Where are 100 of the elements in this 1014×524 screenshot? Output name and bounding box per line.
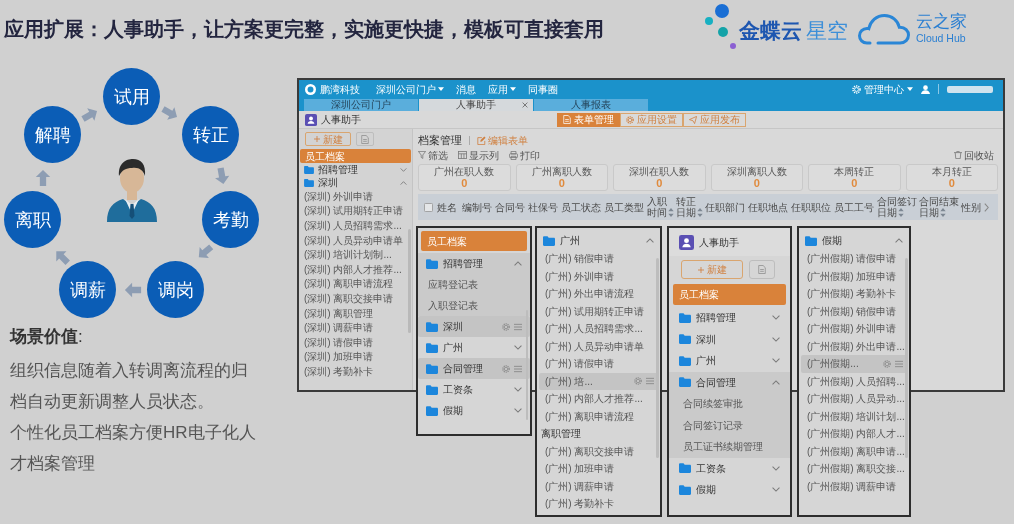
tab[interactable]: 人事助手 — [419, 99, 533, 111]
list-item[interactable]: (广州假期) 销假申请 — [801, 302, 907, 320]
list-item[interactable]: (广州) 请假申请 — [539, 355, 658, 373]
gear-icon[interactable] — [883, 359, 891, 368]
list-item[interactable]: (广州) 外训申请 — [539, 267, 658, 285]
chevron-down-icon[interactable] — [514, 345, 522, 350]
list-item[interactable]: 入职登记表 — [418, 295, 530, 316]
menu-icon[interactable] — [646, 377, 654, 386]
list-item[interactable]: (广州假期) 请假申请 — [801, 250, 907, 268]
list-item[interactable]: (广州假期) 考勤补卡 — [801, 285, 907, 303]
list-item[interactable]: (深圳) 离职申请流程 — [300, 276, 411, 292]
chevron-up-icon[interactable] — [400, 180, 407, 185]
list-item[interactable]: 应聘登记表 — [418, 274, 530, 295]
list-item[interactable]: (深圳) 调薪申请 — [300, 320, 411, 335]
list-item[interactable]: (广州) 培... — [539, 372, 658, 390]
list-item[interactable]: (广州) 销假申请 — [539, 250, 658, 268]
list-item[interactable]: (广州假期) 培训计划... — [801, 407, 907, 425]
nav-item[interactable]: 深圳公司门户 — [376, 81, 444, 97]
list-item[interactable]: (广州) 人员异动申请单 — [539, 337, 658, 355]
folder-item[interactable]: 广州 — [418, 337, 530, 358]
admin-menu[interactable]: 管理中心 — [852, 81, 913, 97]
toolbar-button[interactable]: 筛选 — [418, 147, 448, 163]
folder-item[interactable]: 工资条 — [669, 457, 790, 479]
list-item[interactable]: (广州) 离职交接申请 — [539, 442, 658, 460]
folder-item[interactable]: 广州 — [537, 231, 660, 250]
list-item[interactable]: (广州假期) 人员招聘... — [801, 372, 907, 390]
list-item[interactable]: (深圳) 离职管理 — [300, 305, 411, 321]
gear-icon[interactable] — [502, 322, 510, 331]
folder-item[interactable]: 工资条 — [418, 379, 530, 400]
recycle-bin-button[interactable]: 回收站 — [954, 147, 994, 163]
list-item[interactable]: (广州假期) 调薪申请 — [801, 477, 907, 495]
menu-icon[interactable] — [895, 359, 903, 368]
menu-icon[interactable] — [514, 364, 522, 373]
user-icon[interactable] — [921, 84, 930, 94]
list-item[interactable]: (广州假期... — [801, 355, 907, 373]
document-button[interactable] — [749, 260, 775, 279]
checkbox[interactable] — [423, 202, 433, 212]
folder-item[interactable]: 招聘管理 — [669, 307, 790, 329]
folder-item[interactable]: 深圳 — [418, 316, 530, 337]
list-item[interactable]: (深圳) 离职交接申请 — [300, 291, 411, 306]
tab[interactable]: 深圳公司门户 — [304, 99, 418, 111]
chevron-down-icon[interactable] — [514, 387, 522, 392]
list-item[interactable]: (广州假期) 外出申请... — [801, 337, 907, 355]
chevron-up-icon[interactable] — [895, 238, 903, 243]
list-item[interactable]: (深圳) 试用期转正申请 — [300, 203, 411, 219]
folder-item[interactable]: 深圳 — [300, 176, 411, 189]
menu-icon[interactable] — [514, 322, 522, 331]
chevron-down-icon[interactable] — [772, 487, 780, 493]
list-item[interactable]: (广州) 调薪申请 — [539, 477, 658, 495]
column-header[interactable]: 合同结束日期 — [919, 196, 960, 218]
list-item[interactable]: (深圳) 加班申请 — [300, 349, 411, 365]
folder-item[interactable]: 深圳 — [669, 328, 790, 350]
nav-item[interactable]: 员工档案 — [300, 149, 411, 163]
folder-item[interactable]: 假期 — [669, 479, 790, 501]
list-item[interactable]: (广州假期) 离职交接... — [801, 460, 907, 478]
column-header[interactable]: 转正日期 — [676, 196, 704, 218]
toolbar-button[interactable]: 打印 — [509, 147, 540, 163]
list-item[interactable]: 员工证书续期管理 — [669, 436, 790, 458]
folder-item[interactable]: 招聘管理 — [418, 253, 530, 274]
list-item[interactable]: (深圳) 外训申请 — [300, 189, 411, 204]
list-item[interactable]: (广州假期) 加班申请 — [801, 267, 907, 285]
list-item[interactable]: (深圳) 人员招聘需求... — [300, 218, 411, 233]
folder-item[interactable]: 假期 — [799, 231, 909, 250]
column-header[interactable]: 合同签订日期 — [877, 196, 918, 218]
gear-icon[interactable] — [634, 377, 642, 386]
list-item[interactable]: 合同续签审批 — [669, 393, 790, 415]
list-item[interactable]: (广州) 内部人才推荐... — [539, 390, 658, 408]
chevron-down-icon[interactable] — [772, 465, 780, 471]
list-item[interactable]: (深圳) 内部人才推荐... — [300, 261, 411, 277]
list-item[interactable]: (广州假期) 内部人才... — [801, 425, 907, 443]
chevron-up-icon[interactable] — [646, 238, 654, 243]
folder-item[interactable]: 假期 — [418, 400, 530, 421]
folder-item[interactable]: 招聘管理 — [300, 163, 411, 176]
list-item[interactable]: (广州) 加班申请 — [539, 460, 658, 478]
list-item[interactable]: (广州) 人员招聘需求... — [539, 320, 658, 338]
list-item[interactable]: (广州) 考勤补卡 — [539, 495, 658, 513]
column-header[interactable]: 入职时间 — [647, 196, 675, 218]
chevron-down-icon[interactable] — [772, 336, 780, 342]
chevron-down-icon[interactable] — [514, 408, 522, 413]
list-item[interactable]: (广州假期) 离职申请... — [801, 442, 907, 460]
list-item[interactable]: (深圳) 培训计划制... — [300, 247, 411, 262]
nav-item[interactable]: 员工档案 — [421, 231, 527, 251]
folder-item[interactable]: 合同管理 — [418, 358, 530, 379]
list-item[interactable]: (深圳) 考勤补卡 — [300, 364, 411, 379]
list-item[interactable]: (广州) 外出申请流程 — [539, 285, 658, 303]
toolbar-button[interactable]: 显示列 — [458, 147, 499, 163]
chevron-up-icon[interactable] — [772, 379, 780, 385]
header-button[interactable]: 表单管理 — [556, 112, 620, 127]
chevron-down-icon[interactable] — [772, 358, 780, 364]
chevron-down-icon[interactable] — [772, 315, 780, 321]
tab[interactable]: 人事报表 — [534, 99, 648, 111]
list-item[interactable]: (深圳) 人员异动申请单 — [300, 232, 411, 248]
list-item[interactable]: (深圳) 请假申请 — [300, 334, 411, 350]
nav-item[interactable]: 员工档案 — [673, 284, 786, 305]
list-item[interactable]: (广州) 试用期转正申请 — [539, 302, 658, 320]
gear-icon[interactable] — [502, 364, 510, 373]
chevron-up-icon[interactable] — [514, 261, 522, 266]
list-item[interactable]: 合同签订记录 — [669, 414, 790, 436]
nav-item[interactable]: 消息 — [456, 81, 476, 97]
list-item[interactable]: (广州假期) 人员异动... — [801, 390, 907, 408]
